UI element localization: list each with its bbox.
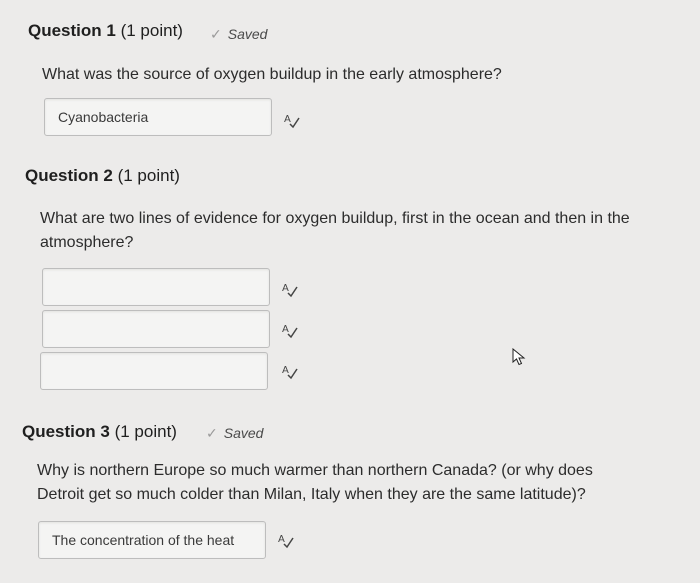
svg-text:A: A (282, 324, 289, 335)
svg-text:A: A (282, 283, 289, 294)
svg-text:A: A (282, 365, 289, 376)
svg-text:A: A (278, 534, 285, 545)
question-3-label: Question 3 (22, 422, 110, 441)
saved-label: Saved (227, 26, 268, 42)
question-1-answer-field[interactable]: Cyanobacteria (44, 98, 272, 136)
question-2-label: Question 2 (25, 166, 113, 185)
question-3-prompt-line-1: Why is northern Europe so much warmer th… (37, 462, 593, 479)
question-2-points: (1 point) (117, 166, 180, 185)
question-2-prompt-line-1: What are two lines of evidence for oxyge… (40, 210, 630, 227)
spellcheck-icon[interactable]: A (284, 113, 300, 129)
spellcheck-icon[interactable]: A (282, 323, 298, 339)
checkmark-icon: ✓ (206, 425, 218, 441)
question-2-answer-field-2[interactable] (42, 310, 270, 348)
spellcheck-icon[interactable]: A (282, 364, 298, 380)
question-3-saved-status: ✓ Saved (206, 425, 263, 442)
question-3-title: Question 3 (1 point) (22, 422, 177, 442)
answer-text: The concentration of the heat (52, 532, 235, 548)
question-1-title: Question 1 (1 point) (28, 21, 183, 41)
saved-label: Saved (223, 425, 264, 441)
spellcheck-icon[interactable]: A (282, 282, 298, 298)
question-2-prompt: What are two lines of evidence for oxyge… (40, 207, 690, 255)
answer-text: Cyanobacteria (58, 109, 149, 125)
question-1-prompt: What was the source of oxygen buildup in… (42, 66, 502, 83)
mouse-cursor-icon (512, 348, 526, 366)
question-1-saved-status: ✓ Saved (210, 26, 267, 43)
svg-text:A: A (284, 114, 291, 125)
question-2-answer-field-1[interactable] (42, 268, 270, 306)
checkmark-icon: ✓ (210, 26, 222, 42)
question-2-answer-field-3[interactable] (40, 352, 268, 390)
question-3-prompt: Why is northern Europe so much warmer th… (37, 459, 687, 507)
question-3-points: (1 point) (114, 422, 177, 441)
question-3-prompt-line-2: Detroit get so much colder than Milan, I… (37, 486, 586, 503)
question-2-title: Question 2 (1 point) (25, 166, 180, 186)
question-1-label: Question 1 (28, 21, 116, 40)
question-3-answer-field[interactable]: The concentration of the heat (38, 521, 266, 559)
question-2-prompt-line-2: atmosphere? (40, 234, 134, 251)
question-1-points: (1 point) (120, 21, 183, 40)
spellcheck-icon[interactable]: A (278, 533, 294, 549)
